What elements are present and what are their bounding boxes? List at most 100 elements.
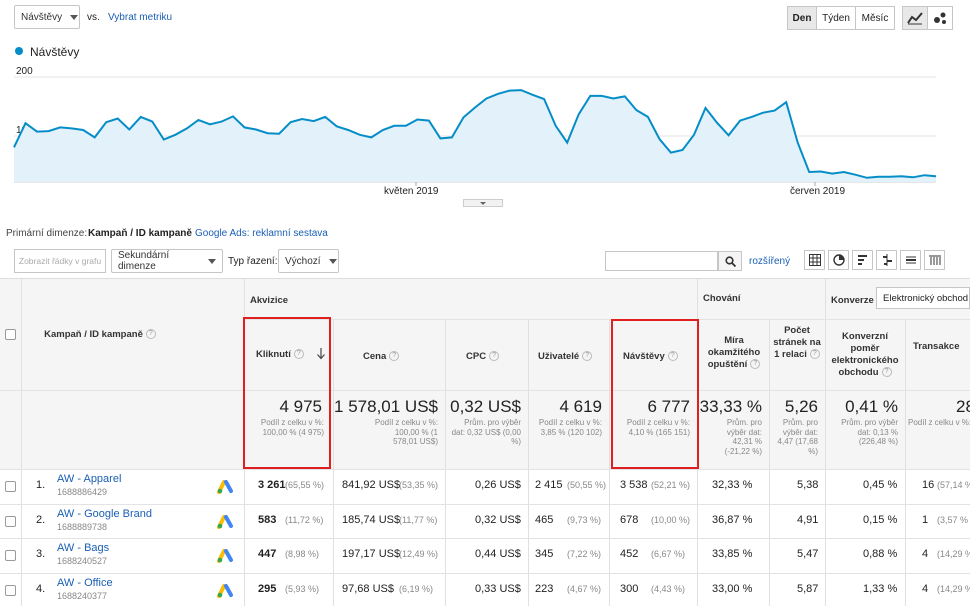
dimension-ads-adgroup[interactable]: Google Ads: reklamní sestava	[195, 228, 328, 239]
total-sessions-sub: Podíl z celku v %: 4,10 % (165 151)	[626, 418, 690, 437]
cell-users-pct: (4,67 %)	[567, 584, 602, 594]
col-convrate-header[interactable]: Konverzní poměr elektronického obchodu?	[829, 331, 901, 379]
google-ads-icon	[217, 584, 233, 598]
help-icon[interactable]: ?	[389, 351, 400, 362]
col-cost-header[interactable]: Cena?	[363, 351, 400, 363]
total-clicks-sub: Podíl z celku v %: 100,00 % (4 975)	[260, 418, 324, 437]
row-checkbox[interactable]	[5, 516, 16, 527]
dimension-header[interactable]: Kampaň / ID kampaně?	[30, 329, 170, 341]
cell-clicks: 3 261	[258, 479, 286, 491]
row-checkbox[interactable]	[5, 550, 16, 561]
cell-users: 223	[535, 583, 554, 595]
sort-type-label: Typ řazení:	[228, 256, 278, 267]
col-users-header[interactable]: Uživatelé?	[538, 351, 593, 363]
help-icon[interactable]: ?	[809, 349, 820, 360]
help-icon[interactable]: ?	[145, 329, 156, 340]
dimension-header-label: Kampaň / ID kampaně	[44, 329, 143, 340]
campaign-id: 1688886429	[57, 487, 108, 497]
search-icon	[724, 255, 736, 267]
cell-cpc: 0,44 US$	[475, 548, 521, 560]
cell-sessions-pct: (10,00 %)	[651, 515, 691, 525]
dimension-active[interactable]: Kampaň / ID kampaně	[88, 228, 192, 239]
view-pivot-button[interactable]	[924, 250, 945, 270]
help-icon[interactable]: ?	[750, 359, 761, 370]
cell-cpc: 0,33 US$	[475, 583, 521, 595]
view-pie-button[interactable]	[828, 250, 849, 270]
col-transactions-label: Transakce	[913, 341, 960, 352]
col-cost-label: Cena	[363, 351, 387, 362]
campaign-link[interactable]: AW - Office	[57, 577, 113, 589]
col-cpc-label: CPC	[466, 351, 487, 362]
cell-pages: 4,91	[797, 514, 819, 526]
cell-convrate: 0,15 %	[863, 514, 898, 526]
campaign-link[interactable]: AW - Google Brand	[57, 508, 152, 520]
total-users: 4 619	[559, 397, 602, 416]
select-all-checkbox[interactable]	[5, 329, 16, 340]
cell-clicks-pct: (65,55 %)	[285, 480, 325, 490]
col-sessions-header[interactable]: Návštěvy?	[623, 351, 678, 363]
view-performance-button[interactable]	[852, 250, 873, 270]
total-cpc: 0,32 US$	[450, 397, 521, 416]
view-table-button[interactable]	[804, 250, 825, 270]
view-comparison-button[interactable]	[876, 250, 897, 270]
cell-bounce: 32,33 %	[712, 479, 753, 491]
col-sessions-label: Návštěvy	[623, 351, 665, 362]
show-rows-label: Zobrazit řádky v grafu	[18, 256, 102, 266]
cell-bounce: 33,85 %	[712, 548, 753, 560]
col-divider	[333, 319, 334, 606]
cell-users: 345	[535, 548, 554, 560]
row-checkbox[interactable]	[5, 481, 16, 492]
x-label-june: červen 2019	[790, 186, 846, 197]
help-icon[interactable]: ?	[293, 349, 304, 360]
bars-icon	[857, 255, 867, 265]
search-button[interactable]	[718, 251, 742, 271]
col-divider	[769, 319, 770, 606]
conversion-type-value: Elektronický obchod	[883, 293, 969, 304]
x-label-may: květen 2019	[384, 186, 439, 197]
show-rows-button[interactable]: Zobrazit řádky v grafu	[14, 249, 106, 273]
campaign-link[interactable]: AW - Bags	[57, 542, 109, 554]
cell-cost: 197,17 US$	[342, 548, 401, 560]
col-transactions-header[interactable]: Transakce	[913, 341, 959, 353]
cell-convrate: 1,33 %	[863, 583, 898, 595]
advanced-filter-link[interactable]: rozšířený	[749, 256, 790, 267]
sort-type-select[interactable]: Výchozí	[278, 249, 339, 273]
total-transactions-sub: Podíl z celku v %: 13,40 % (209)	[908, 418, 970, 427]
help-icon[interactable]: ?	[582, 351, 593, 362]
campaign-id: 1688240527	[57, 556, 108, 566]
cell-cost-pct: (53,35 %)	[399, 480, 439, 490]
comparison-icon	[882, 254, 892, 266]
col-pages-header[interactable]: Počet stránek na 1 relaci?	[772, 325, 822, 361]
campaign-id: 1688889738	[57, 522, 108, 532]
cell-cost: 841,92 US$	[342, 479, 401, 491]
col-cpc-header[interactable]: CPC?	[466, 351, 500, 363]
cell-convrate: 0,88 %	[863, 548, 898, 560]
total-cost-sub: Podíl z celku v %: 100,00 % (1 578,01 US…	[374, 418, 438, 446]
col-bounce-header[interactable]: Míra okamžitého opuštění?	[701, 335, 767, 371]
row-number: 2.	[36, 514, 46, 526]
help-icon[interactable]: ?	[667, 351, 678, 362]
help-icon[interactable]: ?	[489, 351, 500, 362]
total-pages: 5,26	[784, 397, 818, 416]
col-divider	[244, 279, 245, 606]
secondary-dimension-select[interactable]: Sekundární dimenze	[111, 249, 223, 273]
cell-transactions-pct: (14,29 %	[937, 584, 970, 594]
row-checkbox[interactable]	[5, 585, 16, 596]
help-icon[interactable]: ?	[881, 367, 892, 378]
chart-collapse-handle[interactable]	[463, 199, 503, 207]
group-acquisition: Akvizice	[250, 295, 288, 307]
cell-cpc: 0,26 US$	[475, 479, 521, 491]
conversion-type-select[interactable]: Elektronický obchod	[876, 287, 970, 309]
view-term-cloud-button[interactable]	[900, 250, 921, 270]
total-transactions: 28	[956, 397, 970, 416]
total-sessions: 6 777	[647, 397, 690, 416]
total-cost: 1 578,01 US$	[334, 397, 438, 416]
table-search-input[interactable]	[605, 251, 718, 271]
col-clicks-header[interactable]: Kliknutí?	[256, 349, 304, 361]
google-ads-icon	[217, 480, 233, 494]
cell-sessions-pct: (4,43 %)	[651, 584, 686, 594]
sort-desc-arrow-icon[interactable]	[316, 348, 326, 360]
campaign-link[interactable]: AW - Apparel	[57, 473, 121, 485]
cell-transactions: 4	[922, 548, 929, 560]
cell-transactions: 4	[922, 583, 929, 595]
